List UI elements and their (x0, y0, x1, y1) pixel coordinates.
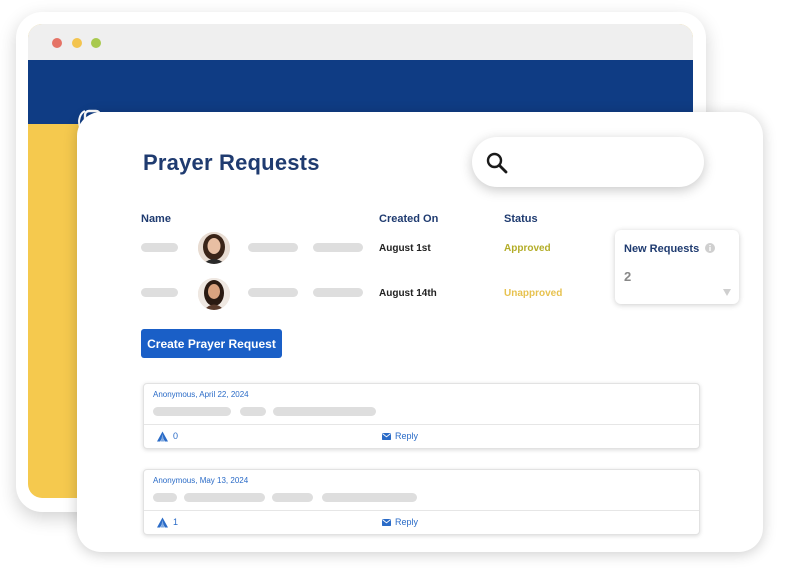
new-requests-label: New Requests (624, 243, 700, 255)
close-window-dot[interactable] (52, 38, 62, 48)
envelope-icon[interactable] (382, 519, 391, 526)
post-text-placeholder (322, 493, 417, 502)
column-header-created-on[interactable]: Created On (379, 213, 438, 225)
minimize-window-dot[interactable] (72, 38, 82, 48)
new-requests-count: 2 (624, 269, 632, 284)
post-text-placeholder (240, 407, 266, 416)
column-header-name[interactable]: Name (141, 213, 171, 225)
avatar (198, 232, 230, 264)
new-requests-widget[interactable]: New Requests 2 (615, 230, 739, 304)
post-text-placeholder (153, 407, 231, 416)
post-text-placeholder (272, 493, 313, 502)
created-on-date: August 14th (379, 288, 437, 299)
placeholder-bar (313, 288, 363, 297)
reply-link[interactable]: Reply (395, 431, 418, 441)
post-divider (144, 424, 699, 425)
search-input[interactable] (518, 149, 692, 177)
name-placeholder-bar (141, 288, 178, 297)
post-author-date: Anonymous, May 13, 2024 (153, 476, 249, 485)
envelope-icon[interactable] (382, 433, 391, 440)
placeholder-bar (313, 243, 363, 252)
pray-count: 1 (173, 517, 179, 527)
status-badge: Approved (504, 243, 551, 254)
maximize-window-dot[interactable] (91, 38, 101, 48)
prayer-post-card: Anonymous, April 22, 2024 0 Reply (143, 383, 700, 449)
placeholder-bar (248, 243, 298, 252)
post-text-placeholder (153, 493, 177, 502)
prayer-post-card: Anonymous, May 13, 2024 1 Reply (143, 469, 700, 535)
name-placeholder-bar (141, 243, 178, 252)
page-title: Prayer Requests (143, 150, 320, 175)
praying-hands-icon[interactable] (156, 431, 169, 442)
post-author-date: Anonymous, April 22, 2024 (153, 390, 249, 399)
info-icon[interactable] (705, 243, 715, 253)
post-divider (144, 510, 699, 511)
pray-count: 0 (173, 431, 179, 441)
search-box[interactable] (472, 137, 704, 187)
reply-link[interactable]: Reply (395, 517, 418, 527)
post-text-placeholder (273, 407, 376, 416)
created-on-date: August 1st (379, 243, 431, 254)
status-badge: Unapproved (504, 288, 563, 299)
avatar (198, 278, 230, 310)
browser-titlebar (28, 24, 693, 60)
column-header-status[interactable]: Status (504, 213, 538, 225)
post-text-placeholder (184, 493, 265, 502)
create-prayer-request-button[interactable]: Create Prayer Request (141, 329, 282, 358)
placeholder-bar (248, 288, 298, 297)
search-icon[interactable] (485, 151, 509, 175)
dropdown-triangle-icon[interactable] (723, 289, 731, 296)
praying-hands-icon[interactable] (156, 517, 169, 528)
